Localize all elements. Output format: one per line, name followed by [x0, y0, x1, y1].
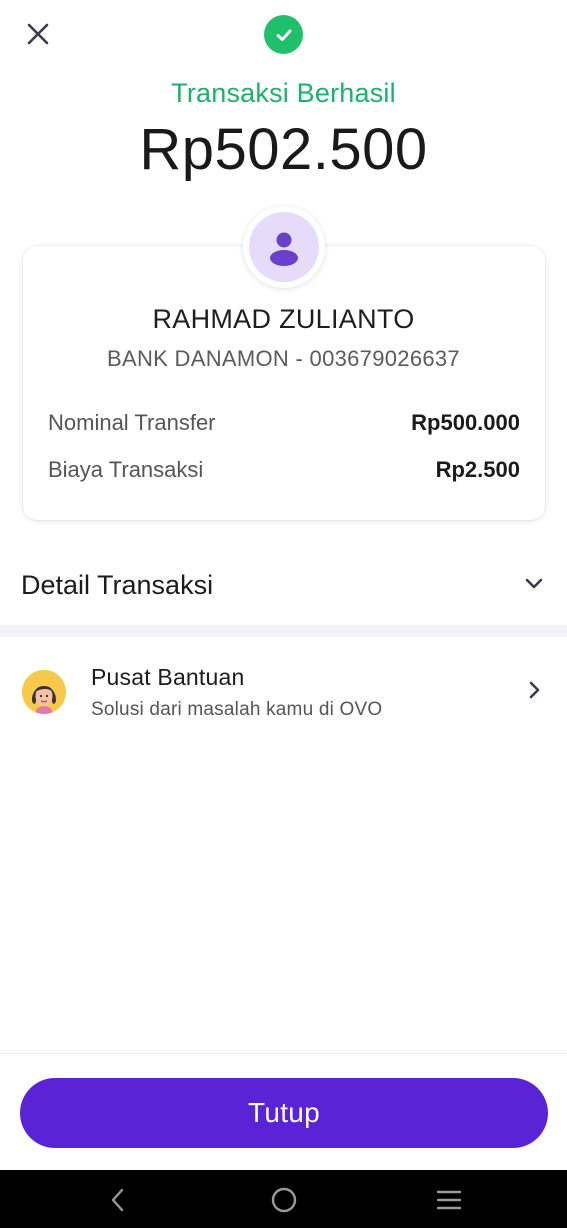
back-icon[interactable] [100, 1182, 136, 1218]
help-texts: Pusat Bantuan Solusi dari masalah kamu d… [91, 664, 523, 721]
breakdown-row-fee: Biaya Transaksi Rp2.500 [48, 457, 520, 483]
detail-title: Detail Transaksi [21, 569, 214, 600]
help-center-item[interactable]: Pusat Bantuan Solusi dari masalah kamu d… [0, 650, 567, 734]
support-agent-icon [22, 670, 66, 714]
chevron-right-icon [523, 679, 545, 706]
person-icon [249, 212, 319, 282]
help-title: Pusat Bantuan [91, 663, 245, 690]
recipient-avatar [243, 206, 325, 288]
recipient-bank-account: BANK DANAMON - 003679026637 [107, 346, 460, 371]
section-divider [0, 625, 567, 637]
total-amount: Rp502.500 [139, 117, 428, 182]
close-button[interactable]: Tutup [20, 1078, 548, 1148]
breakdown-row-nominal: Nominal Transfer Rp500.000 [48, 410, 520, 436]
chevron-down-icon [523, 572, 545, 599]
menu-icon[interactable] [431, 1182, 467, 1218]
transaction-success-screen: Transaksi Berhasil Rp502.500 RAHMAD ZULI… [0, 0, 567, 1228]
breakdown-label: Biaya Transaksi [48, 457, 204, 482]
bottom-action-area: Tutup [0, 1053, 567, 1170]
detail-transaction-toggle[interactable]: Detail Transaksi [0, 556, 567, 614]
breakdown-label: Nominal Transfer [48, 410, 216, 435]
status-text: Transaksi Berhasil [171, 78, 396, 108]
system-navigation-bar [0, 1170, 567, 1228]
help-subtitle: Solusi dari masalah kamu di OVO [91, 698, 383, 720]
check-circle-icon [264, 15, 303, 54]
close-icon[interactable] [22, 18, 54, 50]
recipient-name: RAHMAD ZULIANTO [152, 304, 415, 334]
breakdown-value: Rp2.500 [435, 457, 520, 482]
breakdown-value: Rp500.000 [411, 410, 520, 435]
home-icon[interactable] [266, 1182, 302, 1218]
